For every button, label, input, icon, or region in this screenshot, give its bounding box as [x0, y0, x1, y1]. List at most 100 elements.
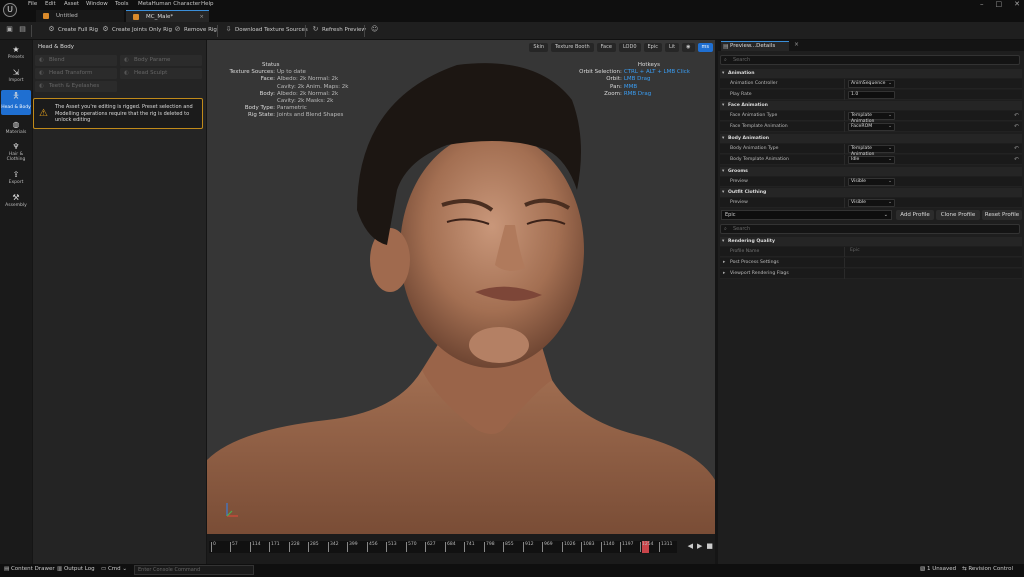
hotkey-key: Orbit Selection: [579, 69, 622, 76]
reset-icon[interactable]: ↶ [1014, 111, 1019, 121]
create-full-rig-label: Create Full Rig [58, 26, 99, 33]
rail-item-materials[interactable]: ◍ Materials [1, 120, 31, 138]
face-animation-type-dropdown[interactable]: Template Animation⌄ [848, 112, 895, 124]
prop-label: Preview [730, 200, 748, 205]
status-overlay: Status Texture Sources: Up to date Face: A… [222, 62, 349, 120]
play-rate-input[interactable]: 1.0 [848, 91, 895, 99]
revision-control-button[interactable]: ⇆ Revision Control [962, 566, 1013, 572]
prop-post-process-settings[interactable]: ▸ Post Process Settings [720, 258, 1022, 268]
section-rendering-quality[interactable]: ▾ Rendering Quality [720, 237, 1022, 246]
play-reverse-icon[interactable]: ◀ [688, 542, 693, 550]
menu-metahuman-character[interactable]: MetaHuman Character [138, 1, 200, 7]
rail-item-hair-clothing[interactable]: ♆ Hair & Clothing [1, 142, 31, 166]
rail-item-presets[interactable]: ★ Presets [1, 45, 31, 63]
minimize-icon[interactable]: – [980, 0, 984, 8]
face-template-dropdown[interactable]: FaceROM ⌄ [848, 123, 895, 131]
reset-icon[interactable]: ↶ [1014, 144, 1019, 154]
cmd-dropdown[interactable]: ▭ Cmd ⌄ [101, 566, 127, 572]
unsaved-button[interactable]: ▧ 1 Unsaved [920, 566, 956, 572]
stop-icon[interactable]: ■ [706, 542, 713, 550]
remove-rig-button[interactable]: ⊘ Remove Rig [174, 26, 217, 33]
skin-dropdown[interactable]: Skin [529, 43, 549, 52]
menu-file[interactable]: File [28, 1, 37, 7]
refresh-preview-button[interactable]: ↻ Refresh Preview [312, 26, 366, 33]
section-face-animation[interactable]: ▾ Face Animation [720, 101, 1022, 110]
tab-details[interactable]: ▤ Preview...Details [721, 41, 789, 51]
close-tab-icon[interactable]: × [794, 41, 799, 48]
character-viewport[interactable]: Skin Texture Booth Face LOD0 Epic Lit ◉ … [207, 40, 715, 534]
reset-profile-button[interactable]: Reset Profile [982, 210, 1022, 220]
chevron-right-icon: ▸ [723, 260, 726, 265]
timeline-tick: 342 [328, 542, 339, 552]
profile-row: Epic ⌄ Add Profile Clone Profile Reset Pr… [720, 210, 1022, 221]
profile-search-input[interactable]: ⌕ Search [720, 224, 1020, 234]
remove-rig-label: Remove Rig [184, 26, 217, 33]
section-outfit-clothing[interactable]: ▾ Outfit Clothing [720, 188, 1022, 197]
lit-dropdown[interactable]: Lit [665, 43, 680, 52]
menu-asset[interactable]: Asset [64, 1, 79, 7]
status-title: Status [262, 62, 280, 68]
browse-icon[interactable]: ▤ [19, 26, 26, 33]
tab-untitled[interactable]: Untitled [36, 10, 124, 22]
drawer-icon: ▤ [4, 566, 11, 572]
tab-mc-male[interactable]: MC_Male* × [126, 10, 209, 22]
details-search-input[interactable]: ⌕ Search [720, 55, 1020, 65]
timeline-tick: 1197 [620, 542, 633, 552]
profile-dropdown[interactable]: Epic ⌄ [721, 210, 892, 220]
hotkey-row: Orbit Selection: CTRL + ALT + LMB Click [578, 69, 690, 76]
section-body-animation[interactable]: ▾ Body Animation [720, 134, 1022, 143]
menu-tools[interactable]: Tools [115, 1, 129, 7]
star-icon: ★ [12, 45, 20, 54]
dropdown-value: Visible [851, 200, 867, 205]
content-drawer-button[interactable]: ▤ Content Drawer [4, 566, 55, 572]
close-icon[interactable]: ✕ [1014, 0, 1020, 8]
add-profile-button[interactable]: Add Profile [896, 210, 934, 220]
animation-controller-dropdown[interactable]: AnimSequence ⌄ [848, 80, 895, 88]
category-blend[interactable]: ◐ Blend [35, 55, 117, 66]
console-command-input[interactable]: Enter Console Command [134, 565, 254, 575]
maximize-icon[interactable]: □ [996, 0, 1003, 8]
eye-icon[interactable]: ◉ [682, 43, 695, 52]
metahuman-asset-icon [133, 14, 139, 20]
category-teeth-eyelashes[interactable]: ◐ Teeth & Eyelashes [35, 81, 117, 92]
texture-booth-dropdown[interactable]: Texture Booth [551, 43, 594, 52]
document-tab-bar: ⌂ Untitled MC_Male* × [0, 9, 1024, 28]
rail-item-assembly[interactable]: ⚒ Assembly [1, 193, 31, 211]
face-dropdown[interactable]: Face [596, 43, 616, 52]
hotkey-value: LMB Drag [623, 76, 651, 83]
reset-icon[interactable]: ↶ [1014, 155, 1019, 165]
prop-viewport-rendering-flags[interactable]: ▸ Viewport Rendering Flags [720, 269, 1022, 279]
rail-item-export[interactable]: ⇪ Export [1, 170, 31, 188]
timeline-tick: 798 [484, 542, 495, 552]
category-head-sculpt[interactable]: ◐ Head Sculpt [120, 68, 202, 79]
section-animation[interactable]: ▾ Animation [720, 69, 1022, 78]
menu-edit[interactable]: Edit [45, 1, 56, 7]
status-key: Rig State: [247, 112, 275, 119]
body-animation-type-dropdown[interactable]: Template Animation⌄ [848, 145, 895, 157]
ms-button[interactable]: ms [697, 43, 713, 52]
play-icon[interactable]: ▶ [697, 542, 702, 550]
output-log-button[interactable]: ▥ Output Log [57, 566, 95, 572]
reset-icon[interactable]: ↶ [1014, 122, 1019, 132]
section-grooms[interactable]: ▾ Grooms [720, 167, 1022, 176]
quality-dropdown[interactable]: Epic [643, 43, 662, 52]
grooms-preview-dropdown[interactable]: Visible ⌄ [848, 178, 895, 186]
category-body-parametric[interactable]: ◐ Body Parame [120, 55, 202, 66]
rail-item-head-body[interactable]: 🯅 Head & Body [1, 90, 31, 115]
revision-label: Revision Control [968, 566, 1013, 572]
timeline-ruler[interactable]: 0 57 114 171 228 285 342 399 456 513 570… [209, 541, 677, 553]
category-head-transform[interactable]: ◐ Head Transform [35, 68, 117, 79]
save-icon[interactable]: ▣ [6, 26, 13, 33]
menu-help[interactable]: Help [201, 1, 214, 7]
menu-window[interactable]: Window [86, 1, 108, 7]
create-full-rig-button[interactable]: ⚙ Create Full Rig [48, 26, 98, 33]
download-texture-sources-button[interactable]: ⇩ Download Texture Sources [225, 26, 308, 33]
clone-profile-button[interactable]: Clone Profile [936, 210, 980, 220]
rail-item-import[interactable]: ⇲ Import [1, 68, 31, 86]
user-icon[interactable]: ☺ [371, 26, 378, 33]
body-template-dropdown[interactable]: Idle ⌄ [848, 156, 895, 164]
unreal-logo-icon[interactable]: U [3, 3, 17, 17]
outfit-preview-dropdown[interactable]: Visible ⌄ [848, 199, 895, 207]
lod-dropdown[interactable]: LOD0 [618, 43, 641, 52]
create-joints-only-rig-button[interactable]: ⚙ Create Joints Only Rig [102, 26, 172, 33]
